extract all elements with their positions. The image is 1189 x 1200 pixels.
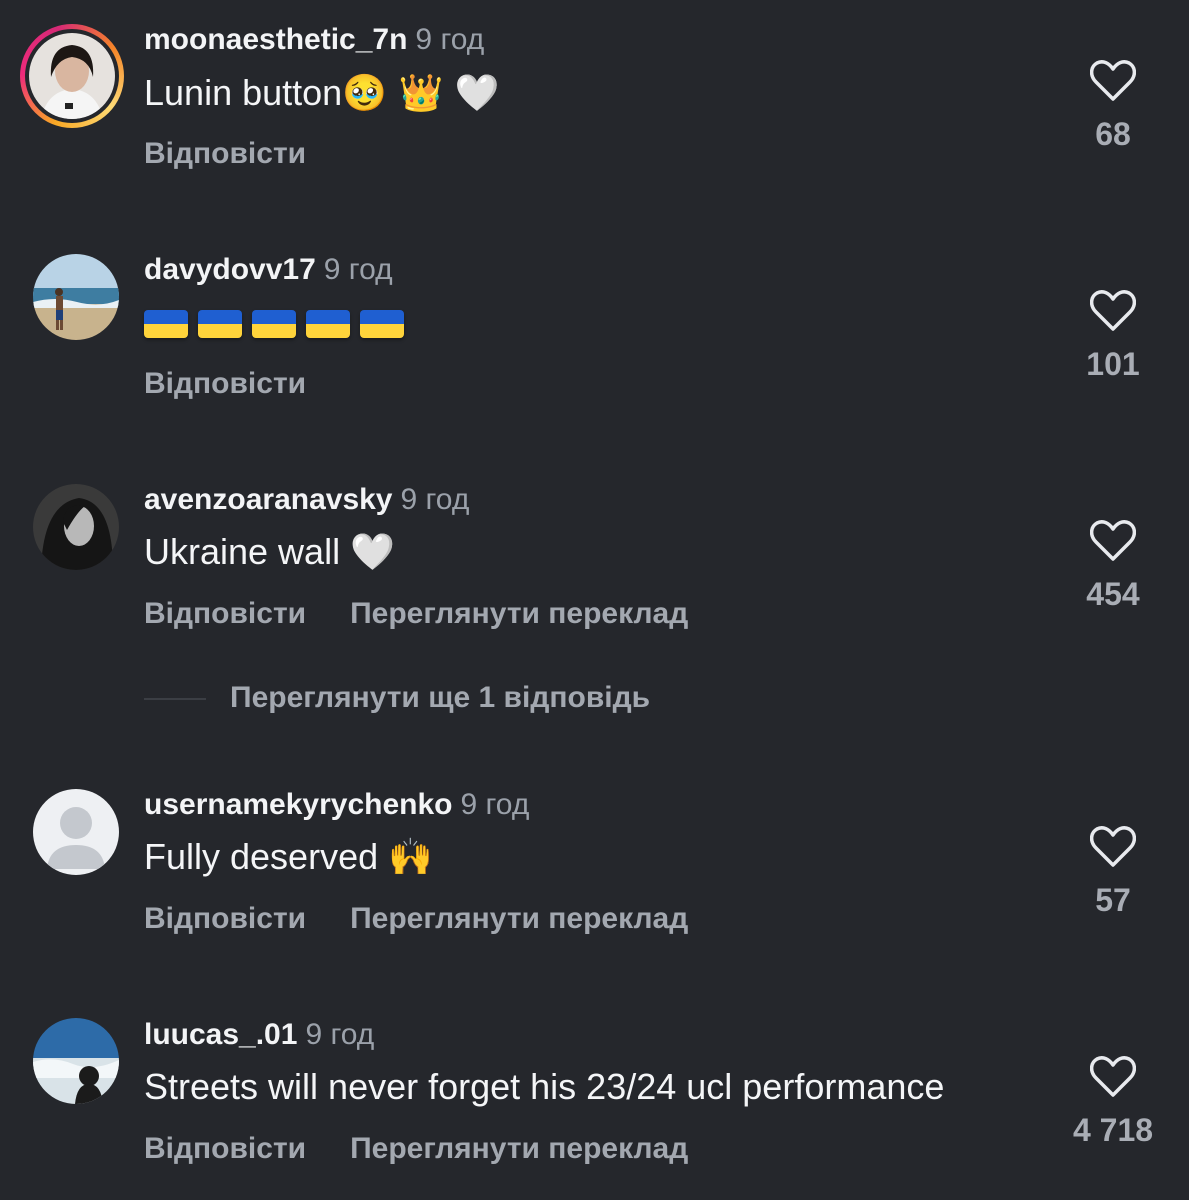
avatar[interactable] — [33, 484, 119, 570]
comment-actions: Відповісти — [144, 136, 306, 172]
timestamp: 9 год — [460, 788, 530, 821]
heart-icon[interactable] — [1090, 60, 1136, 102]
username[interactable]: usernamekyrychenko — [144, 788, 453, 821]
emoji: 🥹 👑 🤍 — [342, 73, 500, 114]
comment-text-body: Lunin button — [144, 72, 343, 113]
comment-text-body: Fully deserved — [144, 836, 379, 877]
reply-button[interactable]: Відповісти — [144, 597, 306, 630]
comment-text: Ukraine wall 🤍 — [144, 530, 395, 575]
heart-icon[interactable] — [1090, 1056, 1136, 1098]
comment-text: Lunin button🥹 👑 🤍 — [144, 71, 500, 116]
heart-icon[interactable] — [1090, 826, 1136, 868]
comment-text-body: Ukraine wall — [144, 531, 341, 572]
timestamp: 9 год — [305, 1018, 375, 1051]
avatar[interactable] — [33, 789, 119, 875]
like-area: 57 — [1058, 826, 1168, 918]
like-area: 101 — [1058, 290, 1168, 382]
timestamp: 9 год — [323, 253, 393, 286]
like-count: 454 — [1086, 576, 1140, 612]
reply-button[interactable]: Відповісти — [144, 367, 306, 400]
avatar[interactable] — [33, 1018, 119, 1104]
reply-button[interactable]: Відповісти — [144, 902, 306, 935]
like-area: 454 — [1058, 520, 1168, 612]
story-ring[interactable] — [20, 24, 124, 128]
ukraine-flag-icon — [360, 310, 404, 339]
comment-actions: Відповісти Переглянути переклад — [144, 596, 688, 632]
username[interactable]: davydovv17 — [144, 253, 316, 286]
comment-meta: avenzoaranavsky 9 год — [144, 482, 469, 518]
view-more-replies-label: Переглянути ще 1 відповідь — [230, 681, 651, 714]
divider — [144, 698, 206, 701]
like-count: 4 718 — [1072, 1112, 1154, 1148]
comment-meta: davydovv17 9 год — [144, 252, 393, 288]
like-area: 68 — [1058, 60, 1168, 152]
view-translation-button[interactable]: Переглянути переклад — [350, 902, 688, 935]
like-area: 4 718 — [1058, 1056, 1168, 1148]
comment-actions: Відповісти — [144, 366, 306, 402]
username[interactable]: avenzoaranavsky — [144, 483, 393, 516]
like-count: 57 — [1095, 882, 1131, 918]
reply-button[interactable]: Відповісти — [144, 1132, 306, 1165]
comment-meta: usernamekyrychenko 9 год — [144, 787, 529, 823]
emoji: 🤍 — [350, 532, 395, 573]
comment-text: Fully deserved 🙌 — [144, 835, 433, 880]
view-more-replies-button[interactable]: Переглянути ще 1 відповідь — [144, 680, 650, 716]
comment-text-body: Streets will never forget his 23/24 ucl … — [144, 1066, 945, 1107]
comment-meta: luucas_.01 9 год — [144, 1017, 374, 1053]
avatar[interactable] — [33, 254, 119, 340]
username[interactable]: luucas_.01 — [144, 1018, 297, 1051]
view-translation-button[interactable]: Переглянути переклад — [350, 1132, 688, 1165]
timestamp: 9 год — [400, 483, 470, 516]
username[interactable]: moonaesthetic_7n — [144, 23, 407, 56]
ukraine-flag-icon — [252, 310, 296, 339]
comment-meta: moonaesthetic_7n 9 год — [144, 22, 484, 58]
like-count: 101 — [1086, 346, 1140, 382]
comment-actions: Відповісти Переглянути переклад — [144, 901, 688, 937]
heart-icon[interactable] — [1090, 290, 1136, 332]
emoji: 🙌 — [388, 837, 433, 878]
like-count: 68 — [1095, 116, 1131, 152]
ukraine-flag-icon — [198, 310, 242, 339]
avatar[interactable] — [29, 33, 115, 119]
comment-text: Streets will never forget his 23/24 ucl … — [144, 1065, 944, 1109]
heart-icon[interactable] — [1090, 520, 1136, 562]
comment-actions: Відповісти Переглянути переклад — [144, 1131, 688, 1167]
ukraine-flag-icon — [306, 310, 350, 339]
view-translation-button[interactable]: Переглянути переклад — [350, 597, 688, 630]
timestamp: 9 год — [415, 23, 485, 56]
reply-button[interactable]: Відповісти — [144, 137, 306, 170]
comment-text — [144, 300, 414, 344]
ukraine-flag-icon — [144, 310, 188, 339]
